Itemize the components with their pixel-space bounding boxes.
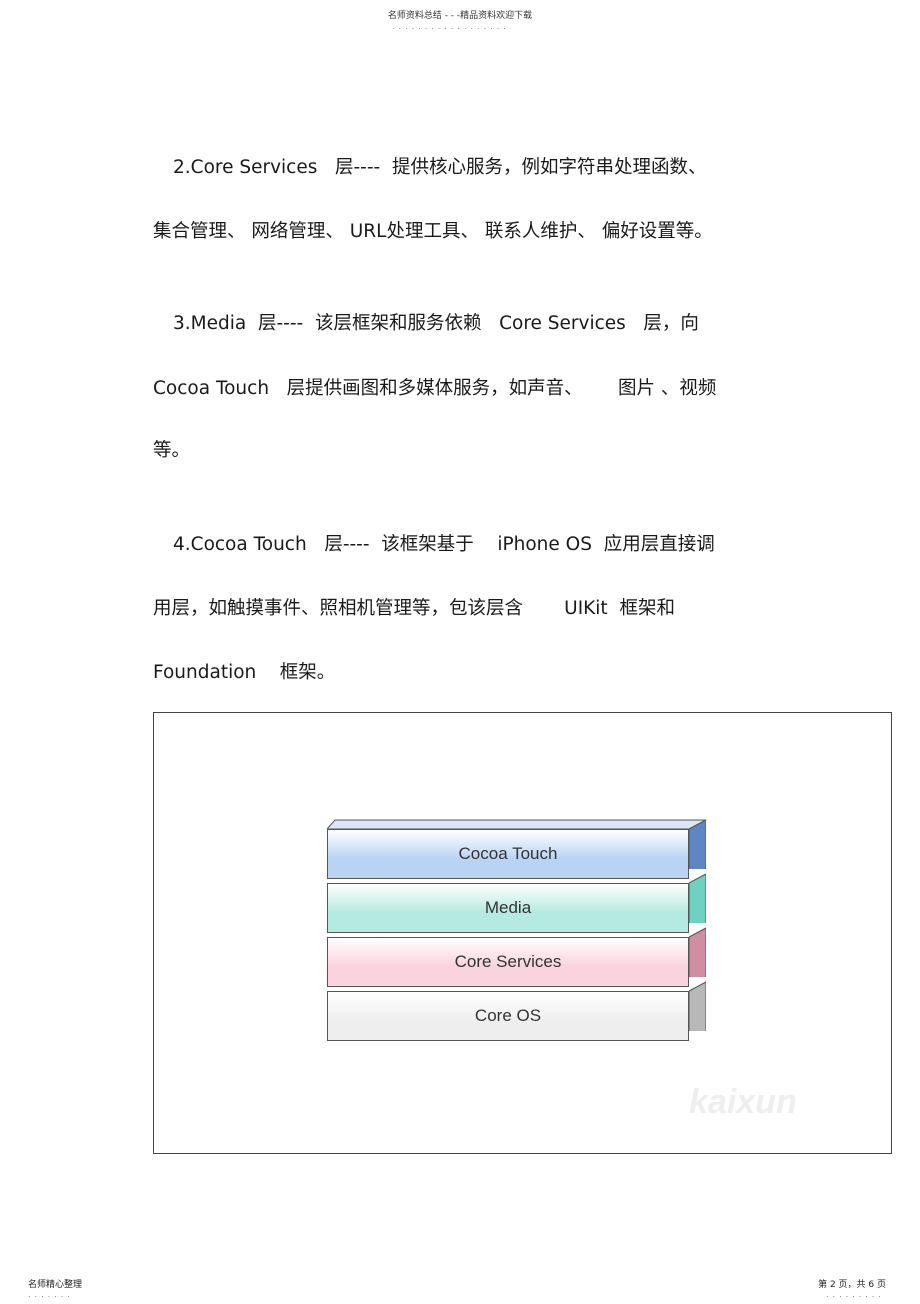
- paragraph-line: 集合管理、 网络管理、 URL处理工具、 联系人维护、 偏好设置等。: [153, 221, 713, 242]
- watermark-logo: kaixun: [689, 1083, 797, 1121]
- footer-divider: .......: [28, 1290, 74, 1299]
- paragraph-line: 用层，如触摸事件、照相机管理等，包该层含 UIKit 框架和: [153, 598, 675, 619]
- layer-side-face: [689, 981, 706, 1031]
- layer-media: Media: [327, 883, 689, 933]
- paragraph-line: Cocoa Touch 层提供画图和多媒体服务，如声音、 图片 、视频: [153, 378, 717, 399]
- footer-divider: .........: [826, 1290, 885, 1299]
- architecture-diagram: Cocoa Touch Media Core Services Core OS kai…: [153, 712, 892, 1154]
- paragraph-line: 等。: [153, 440, 191, 461]
- layer-core-os: Core OS: [327, 991, 689, 1041]
- page-header: 名师资料总结 - - -精品资料欢迎下载: [387, 11, 533, 21]
- layer-cocoa-touch: Cocoa Touch: [327, 829, 689, 879]
- header-divider: ..................: [392, 22, 510, 31]
- layer-side-face: [689, 927, 706, 977]
- footer-left: 名师精心整理: [28, 1280, 83, 1290]
- page-number: 第 2 页，共 6 页: [818, 1280, 886, 1290]
- paragraph-line: Foundation 框架。: [153, 662, 336, 683]
- paragraph-line: 3.Media 层---- 该层框架和服务依赖 Core Services 层，…: [173, 313, 699, 334]
- layer-side-face: [689, 819, 706, 869]
- paragraph-line: 4.Cocoa Touch 层---- 该框架基于 iPhone OS 应用层直…: [173, 534, 715, 555]
- layer-core-services: Core Services: [327, 937, 689, 987]
- paragraph-line: 2.Core Services 层---- 提供核心服务，例如字符串处理函数、: [173, 157, 707, 178]
- layer-side-face: [689, 873, 706, 923]
